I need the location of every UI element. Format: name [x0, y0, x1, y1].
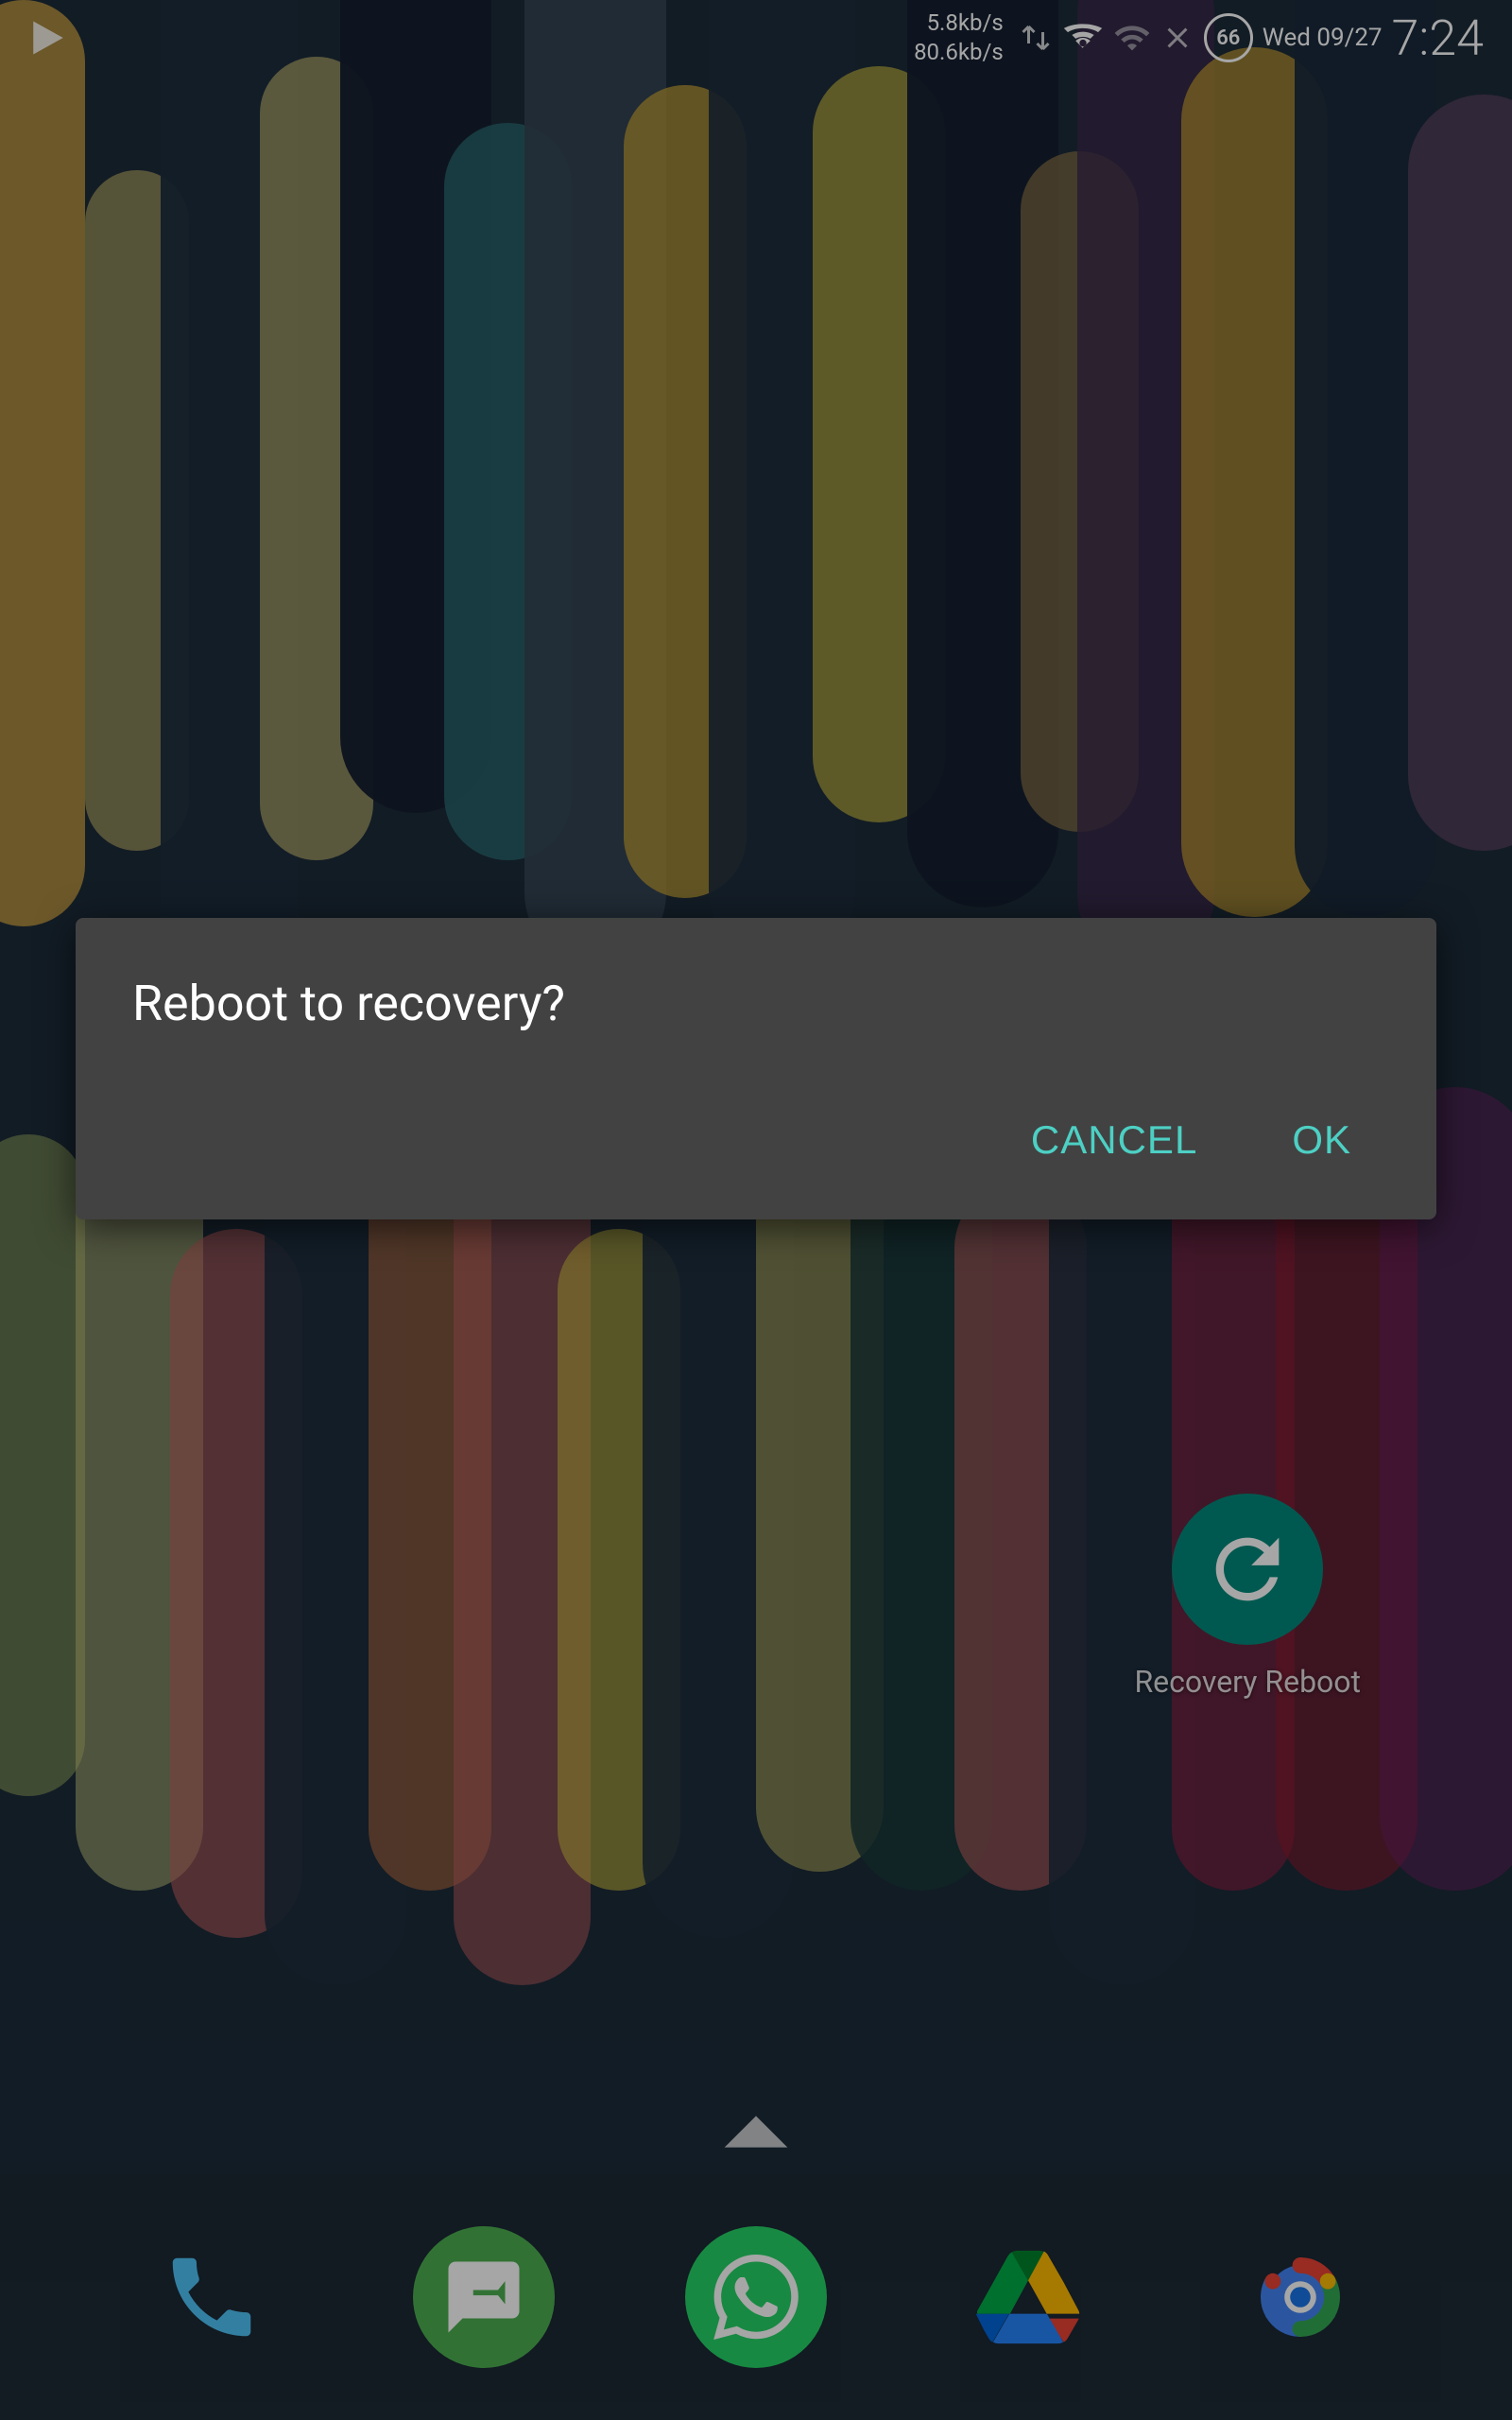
reboot-dialog: Reboot to recovery? CANCEL OK: [76, 918, 1436, 1219]
dialog-title: Reboot to recovery?: [132, 975, 1380, 1032]
dialog-buttons: CANCEL OK: [132, 1089, 1380, 1182]
ok-button[interactable]: OK: [1263, 1098, 1380, 1182]
cancel-button[interactable]: CANCEL: [1003, 1098, 1226, 1182]
dialog-overlay: Reboot to recovery? CANCEL OK: [0, 0, 1512, 2420]
